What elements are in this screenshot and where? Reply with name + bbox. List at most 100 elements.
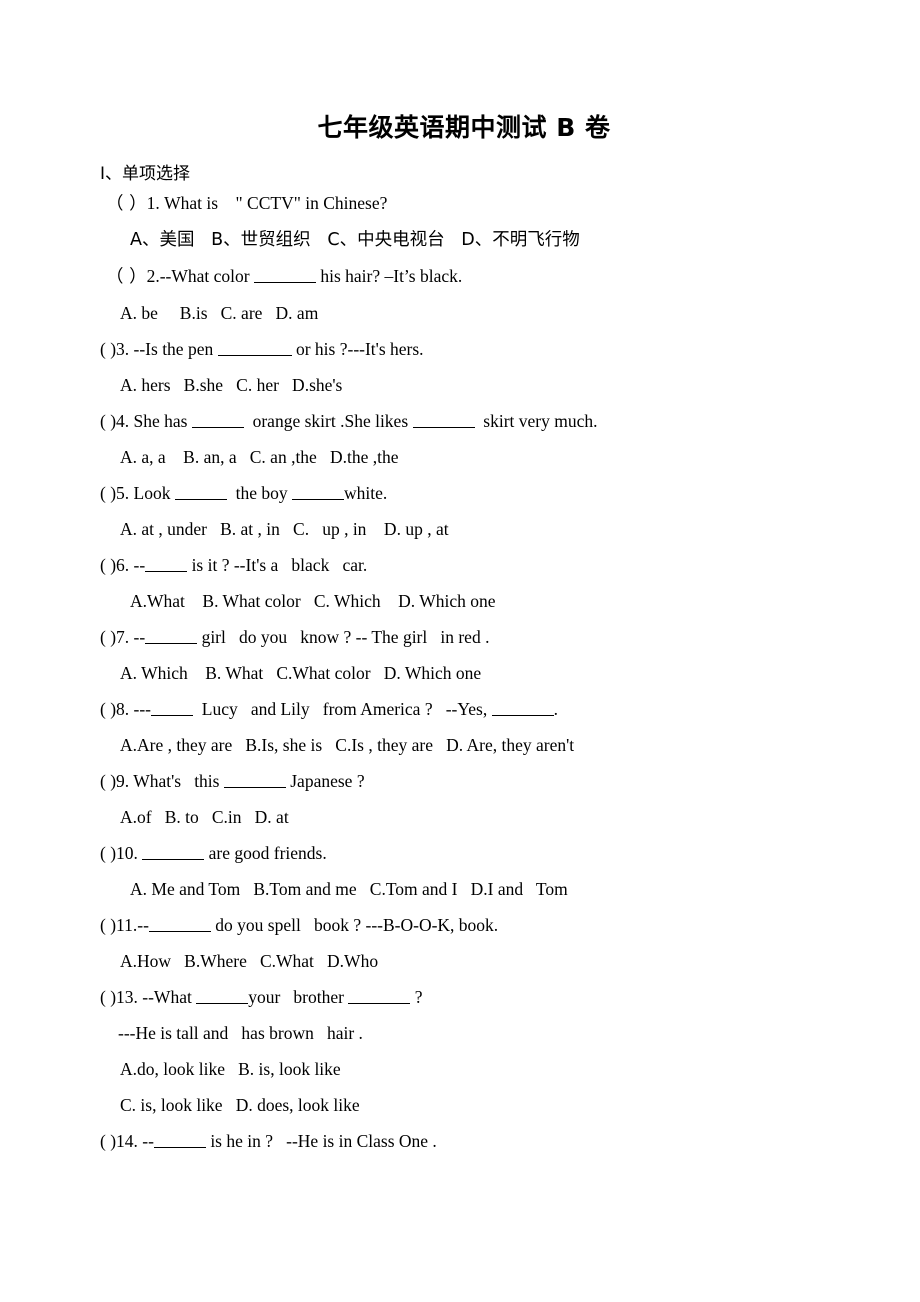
answer-blank[interactable] — [196, 987, 249, 1004]
answer-blank[interactable] — [145, 627, 198, 644]
question-10-stem: ( )10. are good friends. — [98, 835, 830, 871]
answer-bracket[interactable]: ( ) — [100, 339, 116, 359]
question-3-stem: ( )3. --Is the pen or his ?---It's hers. — [98, 331, 830, 367]
question-13-options-line-2: C. is, look like D. does, look like — [120, 1094, 360, 1115]
question-number: 14. — [116, 1130, 138, 1151]
question-6-options: A.What B. What color C. Which D. Which o… — [130, 590, 496, 611]
question-1-stem: （ ）1. What is " CCTV" in Chinese? — [98, 185, 830, 222]
answer-blank[interactable] — [145, 555, 188, 572]
question-number: 13. — [116, 986, 138, 1007]
answer-blank[interactable] — [191, 411, 244, 428]
question-text-cont: ? — [410, 986, 423, 1007]
question-text-cont: Japanese ? — [285, 770, 365, 791]
question-text-cont: or his ?---It's hers. — [291, 338, 424, 359]
question-9-stem: ( )9. What's this Japanese ? — [98, 763, 830, 799]
question-1-options: A、美国 B、世贸组织 C、中央电视台 D、不明飞行物 — [130, 229, 580, 250]
answer-bracket[interactable]: ( ) — [100, 987, 116, 1007]
answer-blank[interactable] — [217, 339, 292, 356]
question-10-options: A. Me and Tom B.Tom and me C.Tom and I D… — [130, 878, 568, 899]
question-text: --What color — [159, 265, 254, 286]
question-text-cont: are good friends. — [204, 842, 327, 863]
question-13-options-line-1: A.do, look like B. is, look like — [120, 1058, 341, 1079]
answer-bracket[interactable]: ( ) — [100, 1131, 116, 1151]
answer-blank-2[interactable] — [491, 699, 554, 716]
question-2-options: A. be B.is C. are D. am — [120, 302, 319, 323]
question-text: --What — [137, 986, 197, 1007]
answer-blank[interactable] — [151, 699, 194, 716]
answer-blank[interactable] — [253, 266, 316, 283]
question-number: 11. — [116, 914, 138, 935]
question-text-cont: is it ? --It's a black car. — [187, 554, 368, 575]
question-number: 10. — [116, 842, 138, 863]
question-text-mid: Lucy and Lily from America ? --Yes, — [193, 698, 492, 719]
answer-bracket[interactable]: （ ） — [106, 194, 147, 214]
question-text-cont: his hair? –It’s black. — [315, 265, 463, 286]
question-9-options: A.of B. to C.in D. at — [120, 806, 289, 827]
question-text-cont: is he in ? --He is in Class One . — [205, 1130, 437, 1151]
section-heading: Ⅰ、单项选择 — [100, 163, 191, 184]
question-number: 9. — [116, 770, 130, 791]
question-11-stem: ( )11.-- do you spell book ? ---B-O-O-K,… — [98, 907, 830, 943]
question-6-stem: ( )6. -- is it ? --It's a black car. — [98, 547, 830, 583]
question-text: -- — [137, 914, 149, 935]
answer-blank-2[interactable] — [348, 987, 411, 1004]
question-number: 4. — [116, 410, 130, 431]
question-number: 8. — [116, 698, 130, 719]
question-text: -- — [129, 626, 146, 647]
question-text: Look — [129, 482, 175, 503]
question-text: What is " CCTV" in Chinese? — [159, 192, 388, 213]
answer-bracket[interactable]: ( ) — [100, 627, 116, 647]
question-13-stem: ( )13. --What your brother ? — [98, 979, 830, 1015]
question-2-stem: （ ）2.--What color his hair? –It’s black. — [98, 258, 830, 295]
answer-bracket[interactable]: （ ） — [106, 267, 147, 287]
page-title: 七年级英语期中测试 B 卷 — [317, 113, 611, 142]
answer-bracket[interactable]: ( ) — [100, 843, 116, 863]
answer-bracket[interactable]: ( ) — [100, 915, 116, 935]
exam-page: 七年级英语期中测试 B 卷 Ⅰ、单项选择 （ ）1. What is " CCT… — [0, 0, 920, 1302]
answer-blank[interactable] — [142, 843, 205, 860]
answer-bracket[interactable]: ( ) — [100, 411, 116, 431]
question-number: 5. — [116, 482, 130, 503]
question-text-mid: your brother — [248, 986, 349, 1007]
question-text: -- — [137, 1130, 154, 1151]
question-3-options: A. hers B.she C. her D.she's — [120, 374, 343, 395]
question-4-options: A. a, a B. an, a C. an ,the D.the ,the — [120, 446, 399, 467]
question-text-cont: girl do you know ? -- The girl in red . — [197, 626, 490, 647]
question-4-stem: ( )4. She has orange skirt .She likes sk… — [98, 403, 830, 439]
answer-bracket[interactable]: ( ) — [100, 483, 116, 503]
answer-blank[interactable] — [223, 771, 286, 788]
question-8-stem: ( )8. --- Lucy and Lily from America ? -… — [98, 691, 830, 727]
answer-bracket[interactable]: ( ) — [100, 771, 116, 791]
question-5-stem: ( )5. Look the boy white. — [98, 475, 830, 511]
answer-blank[interactable] — [153, 1131, 206, 1148]
question-text-mid: orange skirt .She likes — [243, 410, 413, 431]
question-5-options: A. at , under B. at , in C. up , in D. u… — [120, 518, 449, 539]
question-text-cont: skirt very much. — [474, 410, 598, 431]
question-text-mid: the boy — [226, 482, 292, 503]
question-number: 7. — [116, 626, 130, 647]
question-13-continuation: ---He is tall and has brown hair . — [118, 1022, 363, 1043]
question-text-cont: do you spell book ? ---B-O-O-K, book. — [210, 914, 499, 935]
question-8-options: A.Are , they are B.Is, she is C.Is , the… — [120, 734, 575, 755]
question-text-cont: white. — [344, 482, 388, 503]
question-7-options: A. Which B. What C.What color D. Which o… — [120, 662, 482, 683]
question-text: What's this — [129, 770, 224, 791]
question-text: --Is the pen — [129, 338, 218, 359]
question-number: 2. — [146, 265, 160, 286]
question-number: 1. — [146, 192, 160, 213]
answer-blank[interactable] — [174, 483, 227, 500]
question-text: -- — [129, 554, 146, 575]
question-14-stem: ( )14. -- is he in ? --He is in Class On… — [98, 1123, 830, 1159]
answer-blank-2[interactable] — [292, 483, 344, 500]
answer-blank-2[interactable] — [412, 411, 475, 428]
answer-bracket[interactable]: ( ) — [100, 699, 116, 719]
question-number: 3. — [116, 338, 130, 359]
question-7-stem: ( )7. -- girl do you know ? -- The girl … — [98, 619, 830, 655]
answer-blank[interactable] — [148, 915, 211, 932]
question-number: 6. — [116, 554, 130, 575]
question-text: She has — [129, 410, 192, 431]
answer-bracket[interactable]: ( ) — [100, 555, 116, 575]
question-text: --- — [129, 698, 152, 719]
question-11-options: A.How B.Where C.What D.Who — [120, 950, 379, 971]
question-text-cont: . — [553, 698, 558, 719]
